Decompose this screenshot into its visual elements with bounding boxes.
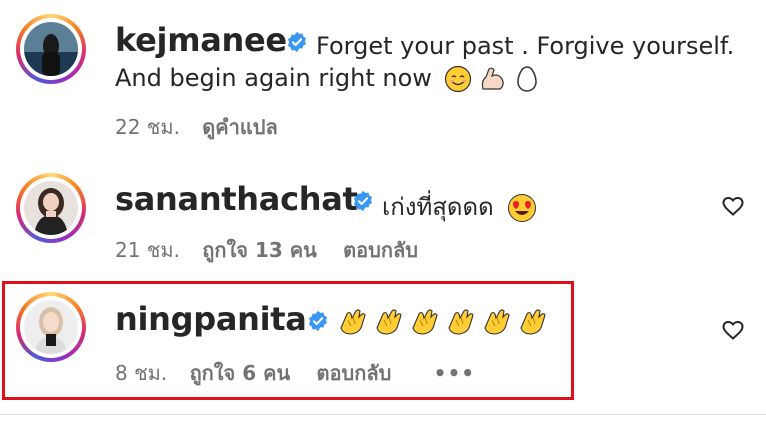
- smiling-face-emoji: [444, 65, 471, 93]
- comment-username[interactable]: kejmanee: [115, 21, 287, 59]
- comment-text: And begin again right now: [115, 64, 432, 92]
- highlight-box: [2, 281, 574, 400]
- egg-emoji: [517, 66, 537, 92]
- comment-meta: 22 ชม. ดูคำแปล: [115, 111, 278, 143]
- likes-count[interactable]: ถูกใจ 13 คน: [202, 238, 317, 262]
- comment-text-line1: Forget your past . Forgive yourself.: [316, 32, 735, 60]
- flexed-biceps-emoji: [482, 67, 504, 90]
- avatar[interactable]: [16, 14, 86, 84]
- translate-link[interactable]: ดูคำแปล: [202, 115, 277, 139]
- comment-text: เก่งที่สุดดด: [382, 193, 494, 221]
- comment-text-row: เก่งที่สุดดด: [382, 187, 537, 226]
- comment-meta: 21 ชม. ถูกใจ 13 คน ตอบกลับ: [115, 234, 418, 266]
- comment-timestamp: 22 ชม.: [115, 115, 180, 139]
- comment-timestamp: 21 ชม.: [115, 238, 180, 262]
- comment-text-line2: And begin again right now: [115, 64, 539, 93]
- verified-badge-icon: [287, 31, 307, 53]
- like-heart-icon[interactable]: [721, 194, 745, 218]
- avatar[interactable]: [16, 173, 86, 243]
- like-heart-icon[interactable]: [721, 318, 745, 342]
- reply-button[interactable]: ตอบกลับ: [343, 238, 418, 262]
- divider: [0, 414, 766, 415]
- heart-eyes-emoji: [508, 194, 537, 222]
- verified-badge-icon: [353, 190, 373, 212]
- comment-username[interactable]: sananthachat: [115, 180, 358, 218]
